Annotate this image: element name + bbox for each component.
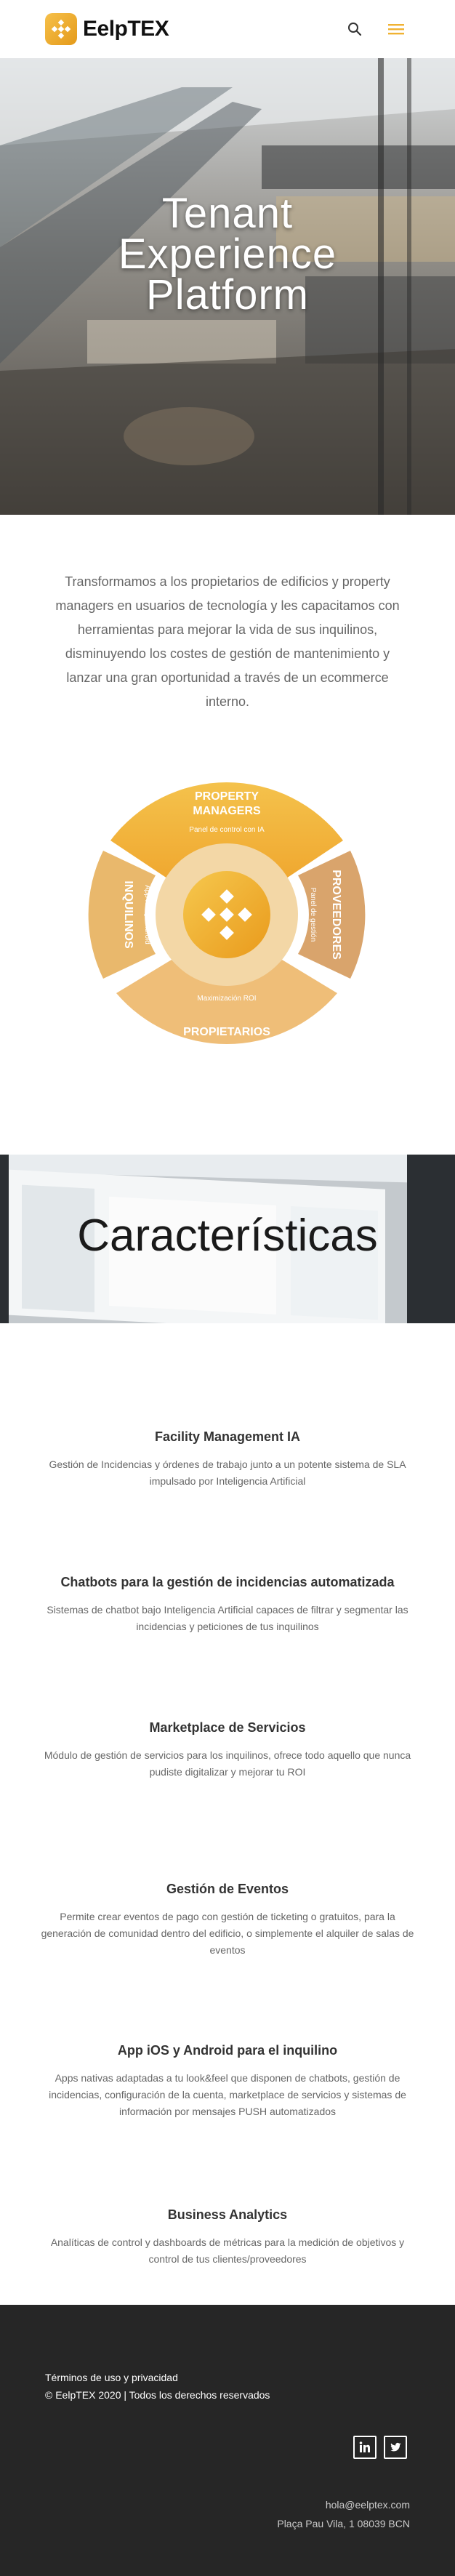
brand-name: EelpTEX	[83, 17, 169, 41]
feature-title: Marketplace de Servicios	[149, 1720, 306, 1735]
feature-title: App iOS y Android para el inquilino	[117, 2043, 338, 2058]
intro-paragraph: Transformamos a los propietarios de edif…	[55, 574, 400, 709]
hero-banner: Tenant Experience Platform	[0, 58, 455, 515]
hamburger-menu-icon[interactable]	[385, 19, 407, 39]
logo-mark-icon	[45, 13, 77, 45]
linkedin-icon[interactable]	[353, 2436, 377, 2459]
hero-title: Tenant Experience Platform	[0, 193, 455, 316]
feature-text: Analíticas de control y dashboards de mé…	[50, 2236, 405, 2265]
label-top-2: MANAGERS	[193, 805, 261, 817]
feature-item: Marketplace de Servicios Módulo de gesti…	[36, 1720, 419, 1781]
hero-title-line: Tenant	[161, 190, 294, 237]
search-icon[interactable]	[345, 19, 365, 39]
label-top-sub: Panel de control con IA	[189, 826, 265, 834]
footer-legal: Términos de uso y privacidad © EelpTEX 2…	[45, 2369, 270, 2404]
stakeholder-diagram: PROPERTY MANAGERS Panel de control con I…	[88, 782, 366, 1045]
brand-logo[interactable]: EelpTEX	[45, 13, 169, 45]
hero-title-line: Platform	[146, 271, 309, 318]
feature-item: Chatbots para la gestión de incidencias …	[36, 1575, 419, 1635]
feature-item: Gestión de Eventos Permite crear eventos…	[36, 1882, 419, 1959]
features-title: Características	[77, 1211, 378, 1261]
feature-item: App iOS y Android para el inquilino Apps…	[36, 2043, 419, 2120]
hero-title-line: Experience	[118, 230, 337, 278]
feature-title: Chatbots para la gestión de incidencias …	[60, 1575, 395, 1589]
label-left-sub: App iOS y Android	[143, 885, 151, 944]
site-header: EelpTEX	[0, 0, 455, 58]
feature-title: Facility Management IA	[154, 1429, 301, 1444]
feature-item: Business Analytics Analíticas de control…	[36, 2207, 419, 2268]
label-bottom-sub: Maximización ROI	[197, 995, 256, 1003]
copyright-text: © EelpTEX 2020 | Todos los derechos rese…	[45, 2389, 270, 2401]
label-right: PROVEEDORES	[330, 870, 342, 960]
feature-title: Gestión de Eventos	[166, 1882, 289, 1896]
site-footer: Términos de uso y privacidad © EelpTEX 2…	[0, 2305, 455, 2576]
contact-email[interactable]: hola@eelptex.com	[277, 2495, 410, 2514]
feature-text: Permite crear eventos de pago con gestió…	[41, 1911, 414, 1956]
feature-title: Business Analytics	[167, 2207, 288, 2222]
twitter-icon[interactable]	[384, 2436, 407, 2459]
feature-text: Sistemas de chatbot bajo Inteligencia Ar…	[47, 1604, 408, 1632]
features-banner: Características	[0, 1155, 455, 1323]
contact-address: Plaça Pau Vila, 1 08039 BCN	[277, 2518, 410, 2529]
label-top-1: PROPERTY	[195, 790, 259, 803]
feature-text: Módulo de gestión de servicios para los …	[44, 1749, 411, 1778]
feature-item: Facility Management IA Gestión de Incide…	[36, 1429, 419, 1490]
label-right-sub: Panel de gestión	[309, 888, 317, 942]
label-left: INQUILINOS	[122, 880, 134, 949]
footer-contact: hola@eelptex.com Plaça Pau Vila, 1 08039…	[277, 2495, 410, 2533]
label-bottom: PROPIETARIOS	[183, 1026, 270, 1038]
feature-text: Apps nativas adaptadas a tu look&feel qu…	[49, 2072, 406, 2117]
terms-link[interactable]: Términos de uso y privacidad	[45, 2369, 270, 2386]
feature-text: Gestión de Incidencias y órdenes de trab…	[49, 1458, 406, 1487]
